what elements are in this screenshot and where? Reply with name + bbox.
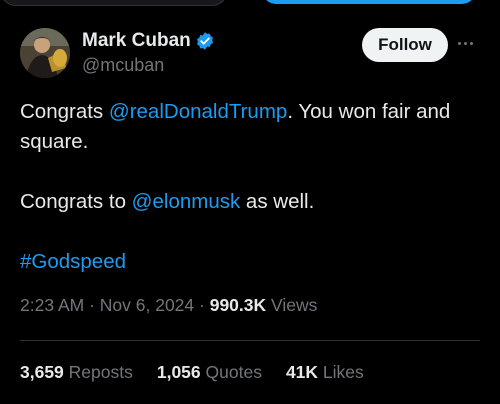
reposts-label: Reposts (63, 362, 133, 382)
follow-button[interactable]: Follow (362, 28, 448, 62)
views-label: Views (266, 295, 318, 315)
avatar[interactable] (20, 28, 70, 78)
reposts-stat[interactable]: 3,659 Reposts (20, 362, 133, 383)
quotes-label: Quotes (200, 362, 262, 382)
verified-badge-icon[interactable] (195, 31, 215, 51)
tweet-date[interactable]: Nov 6, 2024 (100, 295, 194, 315)
tweet-time[interactable]: 2:23 AM (20, 295, 84, 315)
author-name[interactable]: Mark Cuban (82, 30, 191, 52)
top-partial-button-right[interactable] (262, 0, 476, 4)
tweet-text: Congrats @realDonaldTrump. You won fair … (20, 97, 490, 277)
quotes-stat[interactable]: 1,056 Quotes (157, 362, 262, 383)
likes-stat[interactable]: 41K Likes (286, 362, 364, 383)
author-name-row: Mark Cuban (82, 30, 215, 52)
quotes-count: 1,056 (156, 362, 201, 382)
tweet-text-segment: Congrats to (20, 190, 132, 213)
tweet-text-segment: as well. (240, 190, 315, 213)
hashtag-link[interactable]: #Godspeed (20, 250, 126, 273)
mention-link[interactable]: @elonmusk (132, 190, 241, 213)
tweet-text-segment: Congrats (20, 100, 109, 123)
more-horizontal-icon[interactable] (458, 38, 480, 48)
tweet-meta: 2:23 AM · Nov 6, 2024 · 990.3K Views (20, 295, 317, 316)
author-handle[interactable]: @mcuban (82, 55, 164, 76)
top-partial-button-left[interactable] (0, 0, 228, 6)
tweet-stats: 3,659 Reposts 1,056 Quotes 41K Likes (20, 362, 364, 383)
reposts-count: 3,659 (20, 362, 64, 382)
meta-separator: · (194, 295, 210, 315)
mention-link[interactable]: @realDonaldTrump (109, 100, 287, 123)
tweet-paragraph-1: Congrats @realDonaldTrump. You won fair … (20, 97, 490, 157)
tweet-paragraph-3: #Godspeed (20, 247, 490, 277)
avatar-photo-icon (20, 28, 70, 78)
views-count: 990.3K (209, 295, 267, 315)
divider (20, 340, 480, 341)
likes-count: 41K (285, 362, 319, 382)
tweet-paragraph-2: Congrats to @elonmusk as well. (20, 187, 490, 217)
meta-separator: · (84, 295, 100, 315)
likes-label: Likes (318, 362, 364, 382)
